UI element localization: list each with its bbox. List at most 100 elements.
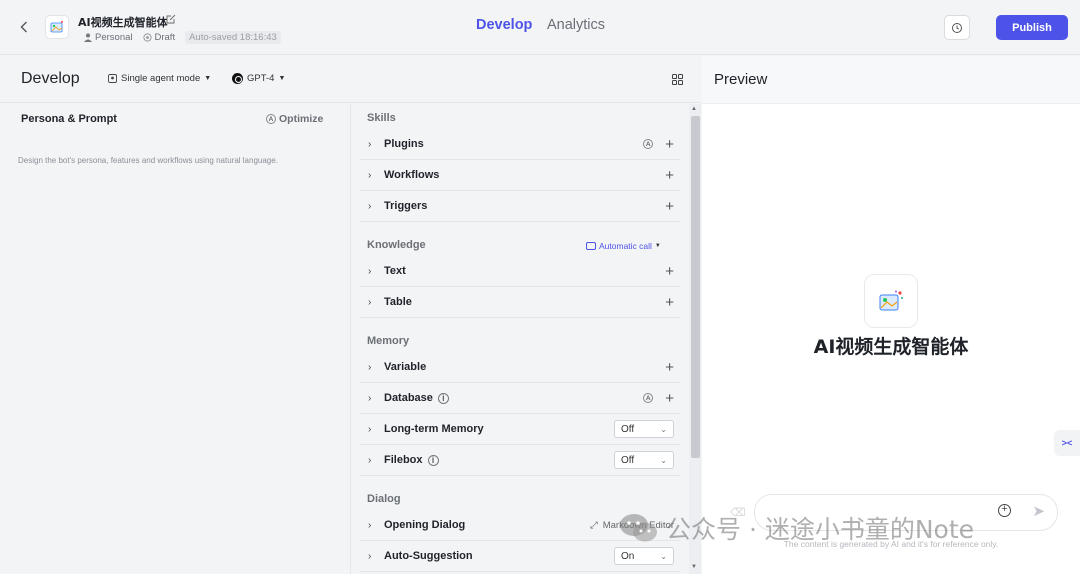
bot-image-icon (879, 290, 903, 311)
openai-icon (232, 73, 243, 84)
text-label: Text (384, 265, 406, 277)
knowledge-row-table[interactable]: › Table + (360, 287, 680, 318)
bot-name: AI视频生成智能体 (78, 16, 168, 29)
memory-row-long-term[interactable]: › Long-term Memory Off ⌄ (360, 414, 680, 445)
status-text: Draft (154, 32, 176, 43)
send-icon[interactable]: ➤ (1032, 502, 1045, 520)
section-dialog: Dialog (367, 493, 401, 505)
persona-textarea[interactable]: Design the bot's persona, features and w… (18, 156, 278, 165)
add-variable-icon[interactable]: + (665, 359, 674, 376)
dialog-row-opening[interactable]: › Opening Dialog ⤢ Markdown Editor (360, 510, 680, 541)
chevron-right-icon: › (368, 361, 372, 373)
auto-icon[interactable]: A (643, 393, 654, 403)
optimize-icon: A (266, 114, 276, 124)
skills-scrollbar[interactable]: ▲ ▼ (689, 104, 701, 574)
automatic-call-text: Automatic call (599, 241, 652, 251)
automatic-call-select[interactable]: Automatic call ▼ (586, 241, 661, 251)
opening-dialog-label: Opening Dialog (384, 519, 466, 531)
caret-down-icon: ▼ (278, 75, 286, 82)
chevron-down-icon: ⌄ (660, 455, 667, 465)
chevron-down-icon: ⌄ (660, 424, 667, 434)
markdown-editor-button[interactable]: ⤢ Markdown Editor (590, 520, 674, 531)
develop-toolbar: Develop Single agent mode ▼ GPT-4 ▼ (0, 56, 701, 103)
long-term-memory-label: Long-term Memory (384, 423, 484, 435)
tab-analytics[interactable]: Analytics (547, 17, 605, 33)
database-label: Database (384, 392, 433, 404)
bot-avatar[interactable] (45, 15, 69, 39)
preview-title: Preview (714, 71, 768, 88)
publish-button[interactable]: Publish (996, 15, 1068, 40)
filebox-label: Filebox (384, 454, 423, 466)
skills-panel: Skills › Plugins A + › Workflows + › Tri… (352, 104, 701, 574)
edit-icon[interactable] (166, 14, 176, 27)
model-select[interactable]: GPT-4 ▼ (232, 73, 285, 84)
develop-title: Develop (21, 70, 80, 87)
chevron-right-icon: › (368, 138, 372, 150)
debug-side-tab[interactable]: >< (1054, 430, 1080, 456)
auto-suggestion-select[interactable]: On ⌄ (614, 547, 674, 565)
tab-develop[interactable]: Develop (476, 17, 532, 33)
chevron-right-icon: › (368, 550, 372, 562)
ai-disclaimer: The content is generated by AI and it's … (783, 539, 999, 549)
owner-text: Personal (95, 32, 133, 43)
layout-grid-icon[interactable] (672, 74, 683, 88)
dialog-row-auto-suggestion[interactable]: › Auto-Suggestion On ⌄ (360, 541, 680, 572)
info-icon[interactable]: i (437, 392, 449, 404)
chevron-down-icon: ⌄ (660, 551, 667, 561)
back-arrow-icon[interactable] (14, 16, 34, 38)
memory-row-filebox[interactable]: › Filebox i Off ⌄ (360, 445, 680, 476)
variable-label: Variable (384, 361, 427, 373)
table-label: Table (384, 296, 412, 308)
knowledge-row-text[interactable]: › Text + (360, 256, 680, 287)
expand-icon: ⤢ (590, 519, 598, 531)
chevron-right-icon: › (368, 200, 372, 212)
add-workflow-icon[interactable]: + (665, 167, 674, 184)
optimize-button[interactable]: A Optimize (266, 113, 323, 125)
skill-row-workflows[interactable]: › Workflows + (360, 160, 680, 191)
select-value: Off (621, 423, 635, 435)
scroll-down-icon[interactable]: ▼ (691, 564, 697, 570)
scroll-up-icon[interactable]: ▲ (691, 106, 697, 112)
chevron-right-icon: › (368, 265, 372, 277)
memory-row-database[interactable]: › Database i A + (360, 383, 680, 414)
info-icon[interactable]: i (427, 454, 439, 466)
persona-panel: Persona & Prompt A Optimize Design the b… (0, 104, 351, 574)
auto-call-icon (586, 242, 596, 250)
model-text: GPT-4 (247, 73, 275, 84)
top-bar: AI视频生成智能体 Personal Draft Auto-saved 18:1… (0, 0, 1080, 55)
chevron-right-icon: › (368, 169, 372, 181)
add-table-icon[interactable]: + (665, 294, 674, 311)
caret-down-icon: ▼ (204, 75, 212, 82)
scroll-thumb[interactable] (691, 116, 700, 458)
auto-icon[interactable]: A (643, 139, 654, 149)
long-term-memory-select[interactable]: Off ⌄ (614, 420, 674, 438)
preview-bot-name: AI视频生成智能体 (813, 336, 969, 358)
select-value: On (621, 550, 635, 562)
filebox-select[interactable]: Off ⌄ (614, 451, 674, 469)
bot-image-icon (50, 21, 63, 33)
section-memory: Memory (367, 335, 410, 347)
code-icon: >< (1061, 438, 1073, 448)
skill-row-triggers[interactable]: › Triggers + (360, 191, 680, 222)
add-text-icon[interactable]: + (665, 263, 674, 280)
add-plugin-icon[interactable]: + (665, 136, 674, 153)
add-attachment-icon[interactable]: + (998, 504, 1011, 517)
agent-mode-select[interactable]: Single agent mode ▼ (108, 73, 211, 84)
add-trigger-icon[interactable]: + (665, 198, 674, 215)
skill-row-plugins[interactable]: › Plugins A + (360, 129, 680, 160)
user-icon (84, 33, 92, 42)
section-knowledge: Knowledge (367, 239, 426, 251)
clear-chat-icon[interactable]: ⌫ (730, 506, 746, 519)
owner-label: Personal (84, 32, 133, 43)
chevron-right-icon: › (368, 296, 372, 308)
autosave-badge: Auto-saved 18:16:43 (185, 31, 281, 44)
history-button[interactable] (944, 15, 970, 40)
chat-input[interactable]: + ➤ (754, 494, 1058, 531)
preview-header: Preview (702, 56, 1080, 104)
chevron-right-icon: › (368, 454, 372, 466)
clock-icon (952, 22, 962, 33)
chevron-right-icon: › (368, 423, 372, 435)
bot-meta: Personal Draft Auto-saved 18:16:43 (84, 31, 281, 44)
add-database-icon[interactable]: + (665, 390, 674, 407)
memory-row-variable[interactable]: › Variable + (360, 352, 680, 383)
